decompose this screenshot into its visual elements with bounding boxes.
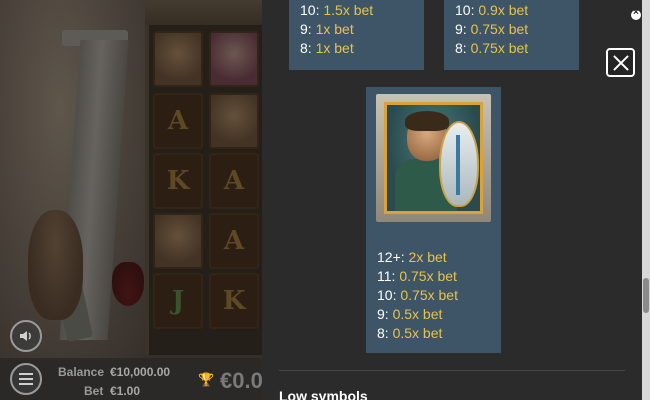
payout-multiplier: 0.75x bet (470, 40, 529, 56)
payout-multiplier: 0.5x bet (392, 325, 443, 341)
payout-multiplier: 2x bet (408, 249, 447, 265)
payout-row: 8: 0.75x bet (455, 39, 579, 58)
payout-row: 11: 0.75x bet (377, 267, 458, 286)
payout-row: 10: 0.75x bet (377, 286, 458, 305)
payout-list: 12+: 2x bet 11: 0.75x bet 10: 0.75x bet … (377, 248, 458, 343)
payout-count: 9: (300, 21, 312, 37)
balance-value: €10,000.00 (110, 365, 171, 379)
payout-multiplier: 0.9x bet (478, 2, 529, 18)
payout-count: 9: (377, 306, 389, 322)
payout-row: 9: 0.5x bet (377, 305, 458, 324)
payout-count: 8: (377, 325, 389, 341)
payout-count: 10: (300, 2, 320, 18)
paytable-panel[interactable]: 10: 1.5x bet 9: 1x bet 8: 1x bet 10: 0.9… (262, 0, 642, 400)
payout-count: 10: (455, 2, 475, 18)
section-divider (279, 370, 625, 371)
payout-row: 8: 0.5x bet (377, 324, 458, 343)
sound-button[interactable] (10, 320, 42, 352)
payout-multiplier: 0.5x bet (392, 306, 443, 322)
scrollbar-track[interactable] (642, 0, 650, 400)
payout-row: 9: 1x bet (300, 20, 424, 39)
payout-multiplier: 1.5x bet (323, 2, 374, 18)
payout-count: 10: (377, 287, 397, 303)
balance-label: Balance (58, 365, 105, 379)
payout-count: 9: (455, 21, 467, 37)
paytable-card: 10: 1.5x bet 9: 1x bet 8: 1x bet (289, 0, 424, 70)
speaker-icon (20, 331, 31, 341)
payout-count: 8: (300, 40, 312, 56)
hamburger-icon (19, 373, 33, 385)
payout-count: 8: (455, 40, 467, 56)
trident-icon (456, 135, 460, 195)
god-hair (405, 111, 449, 131)
section-title: Low symbols (279, 388, 368, 400)
payout-row: 12+: 2x bet (377, 248, 458, 267)
symbol-frame (376, 94, 491, 222)
payout-row: 10: 1.5x bet (300, 1, 424, 20)
god-symbol-image (384, 102, 483, 214)
trophy-icon: 🏆 (198, 372, 215, 387)
payout-row: 8: 1x bet (300, 39, 424, 58)
payout-multiplier: 1x bet (315, 21, 354, 37)
scrollbar-thumb[interactable] (643, 278, 649, 313)
menu-button[interactable] (10, 363, 42, 395)
payout-multiplier: 1x bet (315, 40, 354, 56)
payout-row: 9: 0.75x bet (455, 20, 579, 39)
payout-multiplier: 0.75x bet (400, 287, 458, 303)
close-icon[interactable] (631, 7, 641, 20)
bet-value: €1.00 (110, 384, 141, 398)
payout-row: 10: 0.9x bet (455, 1, 579, 20)
payout-count: 12+: (377, 249, 405, 265)
bet-label: Bet (84, 384, 104, 398)
payout-multiplier: 0.75x bet (399, 268, 457, 284)
payout-count: 11: (377, 268, 396, 284)
paytable-card-poseidon: 12+: 2x bet 11: 0.75x bet 10: 0.75x bet … (366, 87, 501, 353)
close-paytable-button[interactable] (606, 48, 635, 77)
paytable-card: 10: 0.9x bet 9: 0.75x bet 8: 0.75x bet (444, 0, 579, 70)
payout-multiplier: 0.75x bet (470, 21, 529, 37)
win-amount: €0.0 (220, 368, 263, 393)
